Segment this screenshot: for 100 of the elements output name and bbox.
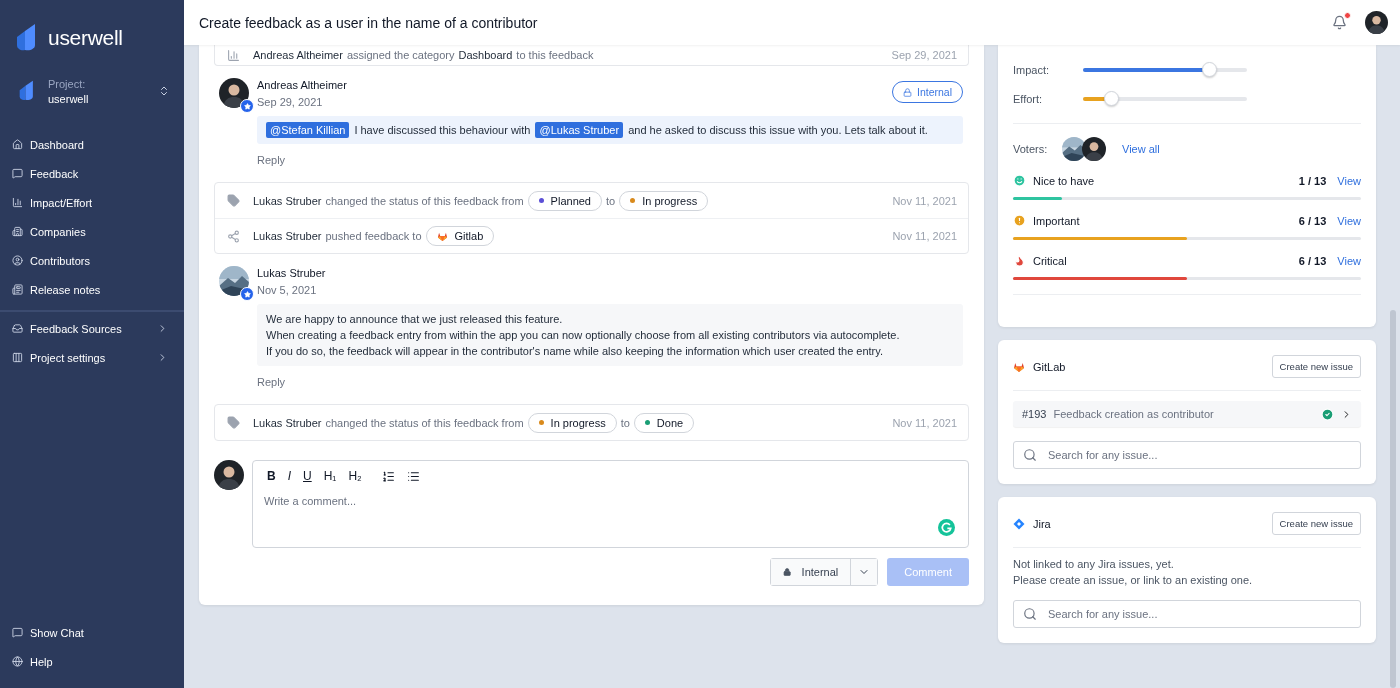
search-field[interactable]: Search for any issue...: [1013, 441, 1361, 469]
info-text: Not linked to any Jira issues, yet.: [1013, 558, 1175, 570]
project-label: Project:: [48, 77, 87, 90]
flame-icon: [1013, 254, 1026, 267]
vote-label: Nice to have: [1033, 174, 1096, 187]
comment-text: When creating a feedback entry from within the app you can now optionally choose from all existing contributors via autocomplete.: [266, 329, 900, 341]
dropdown-button[interactable]: [851, 559, 878, 585]
comment-date: Nov 5, 2021: [257, 284, 318, 296]
underline-button[interactable]: U: [299, 467, 316, 485]
notification-button[interactable]: [1332, 14, 1348, 31]
slider-thumb[interactable]: [1103, 90, 1119, 106]
nav-item[interactable]: Show Chat: [0, 618, 184, 647]
nav-item[interactable]: Contributors: [0, 246, 184, 275]
lock-icon: [783, 566, 792, 578]
actor-name: Lukas Struber: [253, 416, 322, 429]
bold-button[interactable]: B: [263, 467, 280, 485]
visibility-button[interactable]: Internal: [771, 559, 852, 585]
assistant-icon: [938, 519, 955, 536]
chat-icon: [12, 627, 23, 638]
integration-title: Jira: [1033, 517, 1052, 530]
event-date: Nov 11, 2021: [892, 416, 957, 429]
nav-item[interactable]: Release notes: [0, 275, 184, 304]
create-issue-button[interactable]: Create new issue: [1271, 355, 1361, 378]
avatar: [219, 78, 249, 108]
view-link[interactable]: View: [1337, 174, 1361, 187]
vote-label: Critical: [1033, 254, 1068, 267]
actor-name: Dashboard: [458, 49, 513, 61]
nav-item[interactable]: Companies: [0, 217, 184, 246]
slider-label: Impact:: [1013, 63, 1051, 76]
newspaper-icon: [12, 284, 23, 295]
slider-thumb[interactable]: [1202, 61, 1218, 77]
share-icon: [227, 229, 240, 243]
actor-name: Andreas Altheimer: [253, 49, 343, 61]
project-switcher[interactable]: Project: userwell: [0, 62, 184, 112]
italic-button[interactable]: I: [283, 467, 295, 485]
author-name: Andreas Altheimer: [257, 79, 348, 91]
comment-date: Sep 29, 2021: [257, 96, 324, 108]
star-badge-icon: [240, 99, 254, 113]
tag-icon: [227, 416, 240, 429]
nav-item[interactable]: Help: [0, 647, 184, 676]
nav-item[interactable]: Feedback Sources: [0, 314, 184, 343]
heading-button[interactable]: H₁: [319, 467, 341, 485]
comment-editor[interactable]: B I U H₁ H₂ Write a comment...: [252, 460, 969, 548]
author-name: Lukas Struber: [257, 267, 327, 279]
tag-icon: [227, 194, 240, 207]
event-text: to: [606, 194, 616, 207]
mention-tag[interactable]: @Stefan Killian: [266, 122, 350, 138]
issue-item[interactable]: #193 Feedback creation as contributor: [1013, 401, 1361, 427]
nav-item[interactable]: Project settings: [0, 343, 184, 372]
search-field[interactable]: Search for any issue...: [1013, 600, 1361, 628]
vote-count: 6 / 13: [1298, 214, 1327, 227]
event-date: Sep 29, 2021: [891, 49, 957, 61]
avatar: [214, 460, 244, 490]
vote-count: 1 / 13: [1298, 174, 1327, 187]
actor-name: Lukas Struber: [253, 194, 322, 207]
actor-name: Lukas Struber: [253, 230, 322, 242]
scrollbar-thumb[interactable]: [1390, 310, 1396, 688]
reply-link[interactable]: Reply: [257, 154, 286, 166]
heading-button[interactable]: H₂: [344, 467, 366, 485]
event-text: to: [620, 416, 630, 429]
info-text: Please create an issue, or link to an existing one.: [1013, 574, 1254, 586]
alert-icon: [1013, 214, 1026, 227]
voters-label: Voters:: [1013, 143, 1049, 155]
event-text: changed the status of this feedback from: [325, 416, 524, 429]
avatar: [1082, 137, 1106, 161]
bullet-list-icon: [406, 469, 420, 483]
diamond-logo-icon: [1013, 517, 1025, 530]
inbox-icon: [12, 323, 23, 334]
event-text: assigned the category: [346, 49, 455, 61]
nav-item[interactable]: Impact/Effort: [0, 188, 184, 217]
view-link[interactable]: View: [1337, 254, 1361, 267]
event-date: Nov 11, 2021: [892, 230, 957, 242]
numbered-list-icon: [381, 469, 395, 483]
home-icon: [12, 139, 23, 150]
nav-item[interactable]: Dashboard: [0, 130, 184, 159]
building-icon: [12, 226, 23, 237]
logo-text: userwell: [48, 25, 123, 50]
comment-text: We are happy to announce that we just released this feature.: [266, 313, 563, 325]
project-name: userwell: [48, 92, 90, 105]
lock-icon: [902, 87, 912, 97]
avatar: [1062, 137, 1086, 161]
comment-text: I have discussed this behaviour with: [354, 124, 531, 136]
columns-icon: [12, 352, 23, 363]
user-icon: [12, 255, 23, 266]
vote-label: Important: [1033, 214, 1081, 227]
event-date: Nov 11, 2021: [892, 194, 957, 207]
reply-link[interactable]: Reply: [257, 376, 286, 388]
create-issue-button[interactable]: Create new issue: [1271, 512, 1361, 535]
event-text: pushed feedback to: [325, 230, 422, 242]
comment-text: If you do so, the feedback will appear in the contributor's name while also keeping the information which user created the entry.: [266, 345, 884, 357]
star-badge-icon: [240, 287, 254, 301]
nav-item[interactable]: Feedback: [0, 159, 184, 188]
event-text: to this feedback: [516, 49, 594, 61]
view-link[interactable]: View: [1337, 214, 1361, 227]
event-text: changed the status of this feedback from: [325, 194, 524, 207]
avatar: [1365, 11, 1388, 34]
comment-text: and he asked to discuss this issue with you. Lets talk about it.: [628, 124, 928, 136]
mention-tag[interactable]: @Lukas Struber: [535, 122, 624, 138]
view-all-link[interactable]: View all: [1122, 143, 1160, 155]
chart-icon: [12, 197, 23, 208]
